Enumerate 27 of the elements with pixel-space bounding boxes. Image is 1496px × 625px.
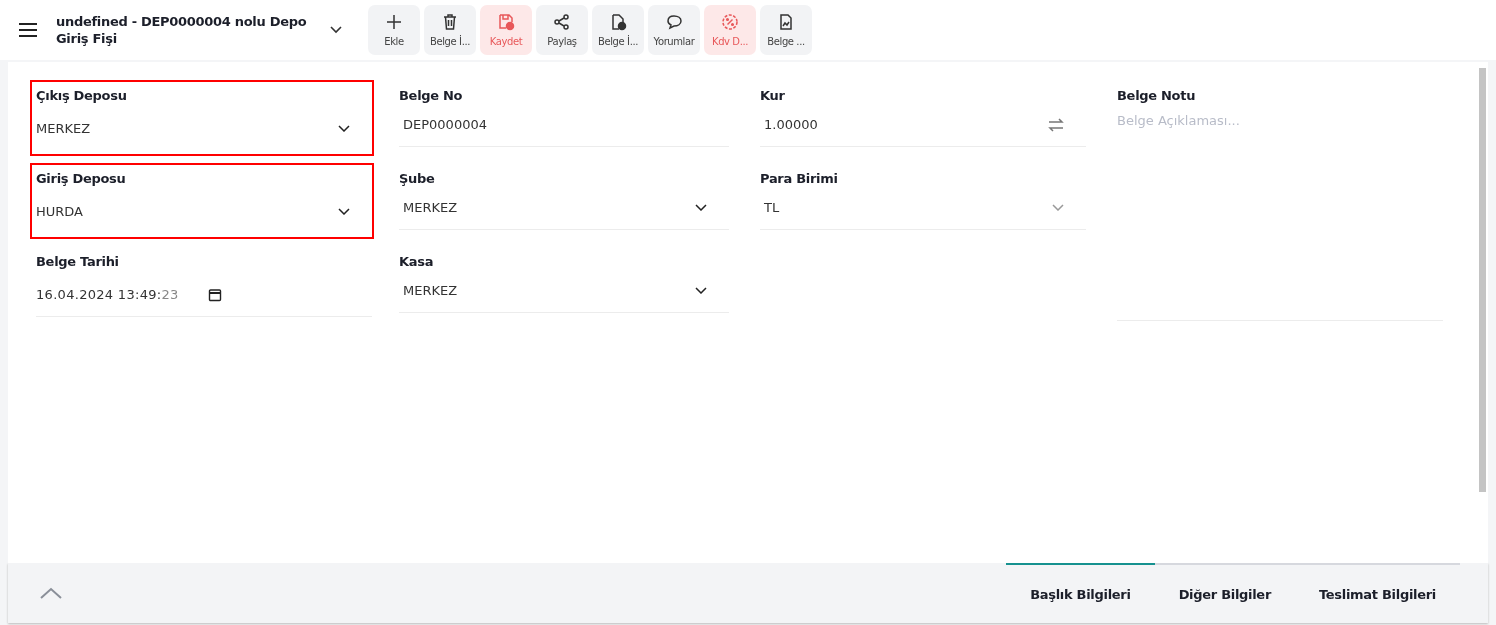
toolbar-button[interactable]: Yorumlar	[648, 5, 700, 55]
toolbar-button[interactable]: Ekle	[368, 5, 420, 55]
field-label: Şube	[399, 171, 436, 186]
select-field[interactable]: HURDA	[36, 204, 368, 219]
field-label: Giriş Deposu	[36, 171, 127, 186]
toolbar-button[interactable]: Belge İ...	[424, 5, 476, 55]
tab[interactable]: Başlık Bilgileri	[1006, 563, 1155, 623]
select-field[interactable]: MERKEZ	[36, 121, 368, 136]
select-field[interactable]: TL	[760, 200, 1086, 230]
tab[interactable]: Diğer Bilgiler	[1154, 563, 1295, 623]
toolbar-button[interactable]: Belge ...	[760, 5, 812, 55]
field-label: Çıkış Deposu	[36, 88, 128, 103]
select-field[interactable]: MERKEZ	[399, 200, 729, 230]
field-label: Kur	[760, 88, 786, 103]
date-field[interactable]: 16.04.2024 13:49:23	[36, 287, 372, 317]
tab[interactable]: Teslimat Bilgileri	[1295, 563, 1460, 623]
field-label: Kasa	[399, 254, 435, 269]
toolbar-button[interactable]: Belge İ...	[592, 5, 644, 55]
field-label: Belge No	[399, 88, 464, 103]
document-title: undefined - DEP0000004 nolu Depo Giriş Fişi	[56, 13, 308, 47]
field-label: Para Birimi	[760, 171, 839, 186]
input-field[interactable]: 1.00000	[760, 117, 1086, 147]
field-label: Belge Notu	[1117, 88, 1197, 103]
field-label: Belge Tarihi	[36, 254, 120, 269]
toolbar-button[interactable]: Paylaş	[536, 5, 588, 55]
select-field[interactable]: MERKEZ	[399, 283, 729, 313]
input-field[interactable]: DEP0000004	[399, 117, 729, 147]
